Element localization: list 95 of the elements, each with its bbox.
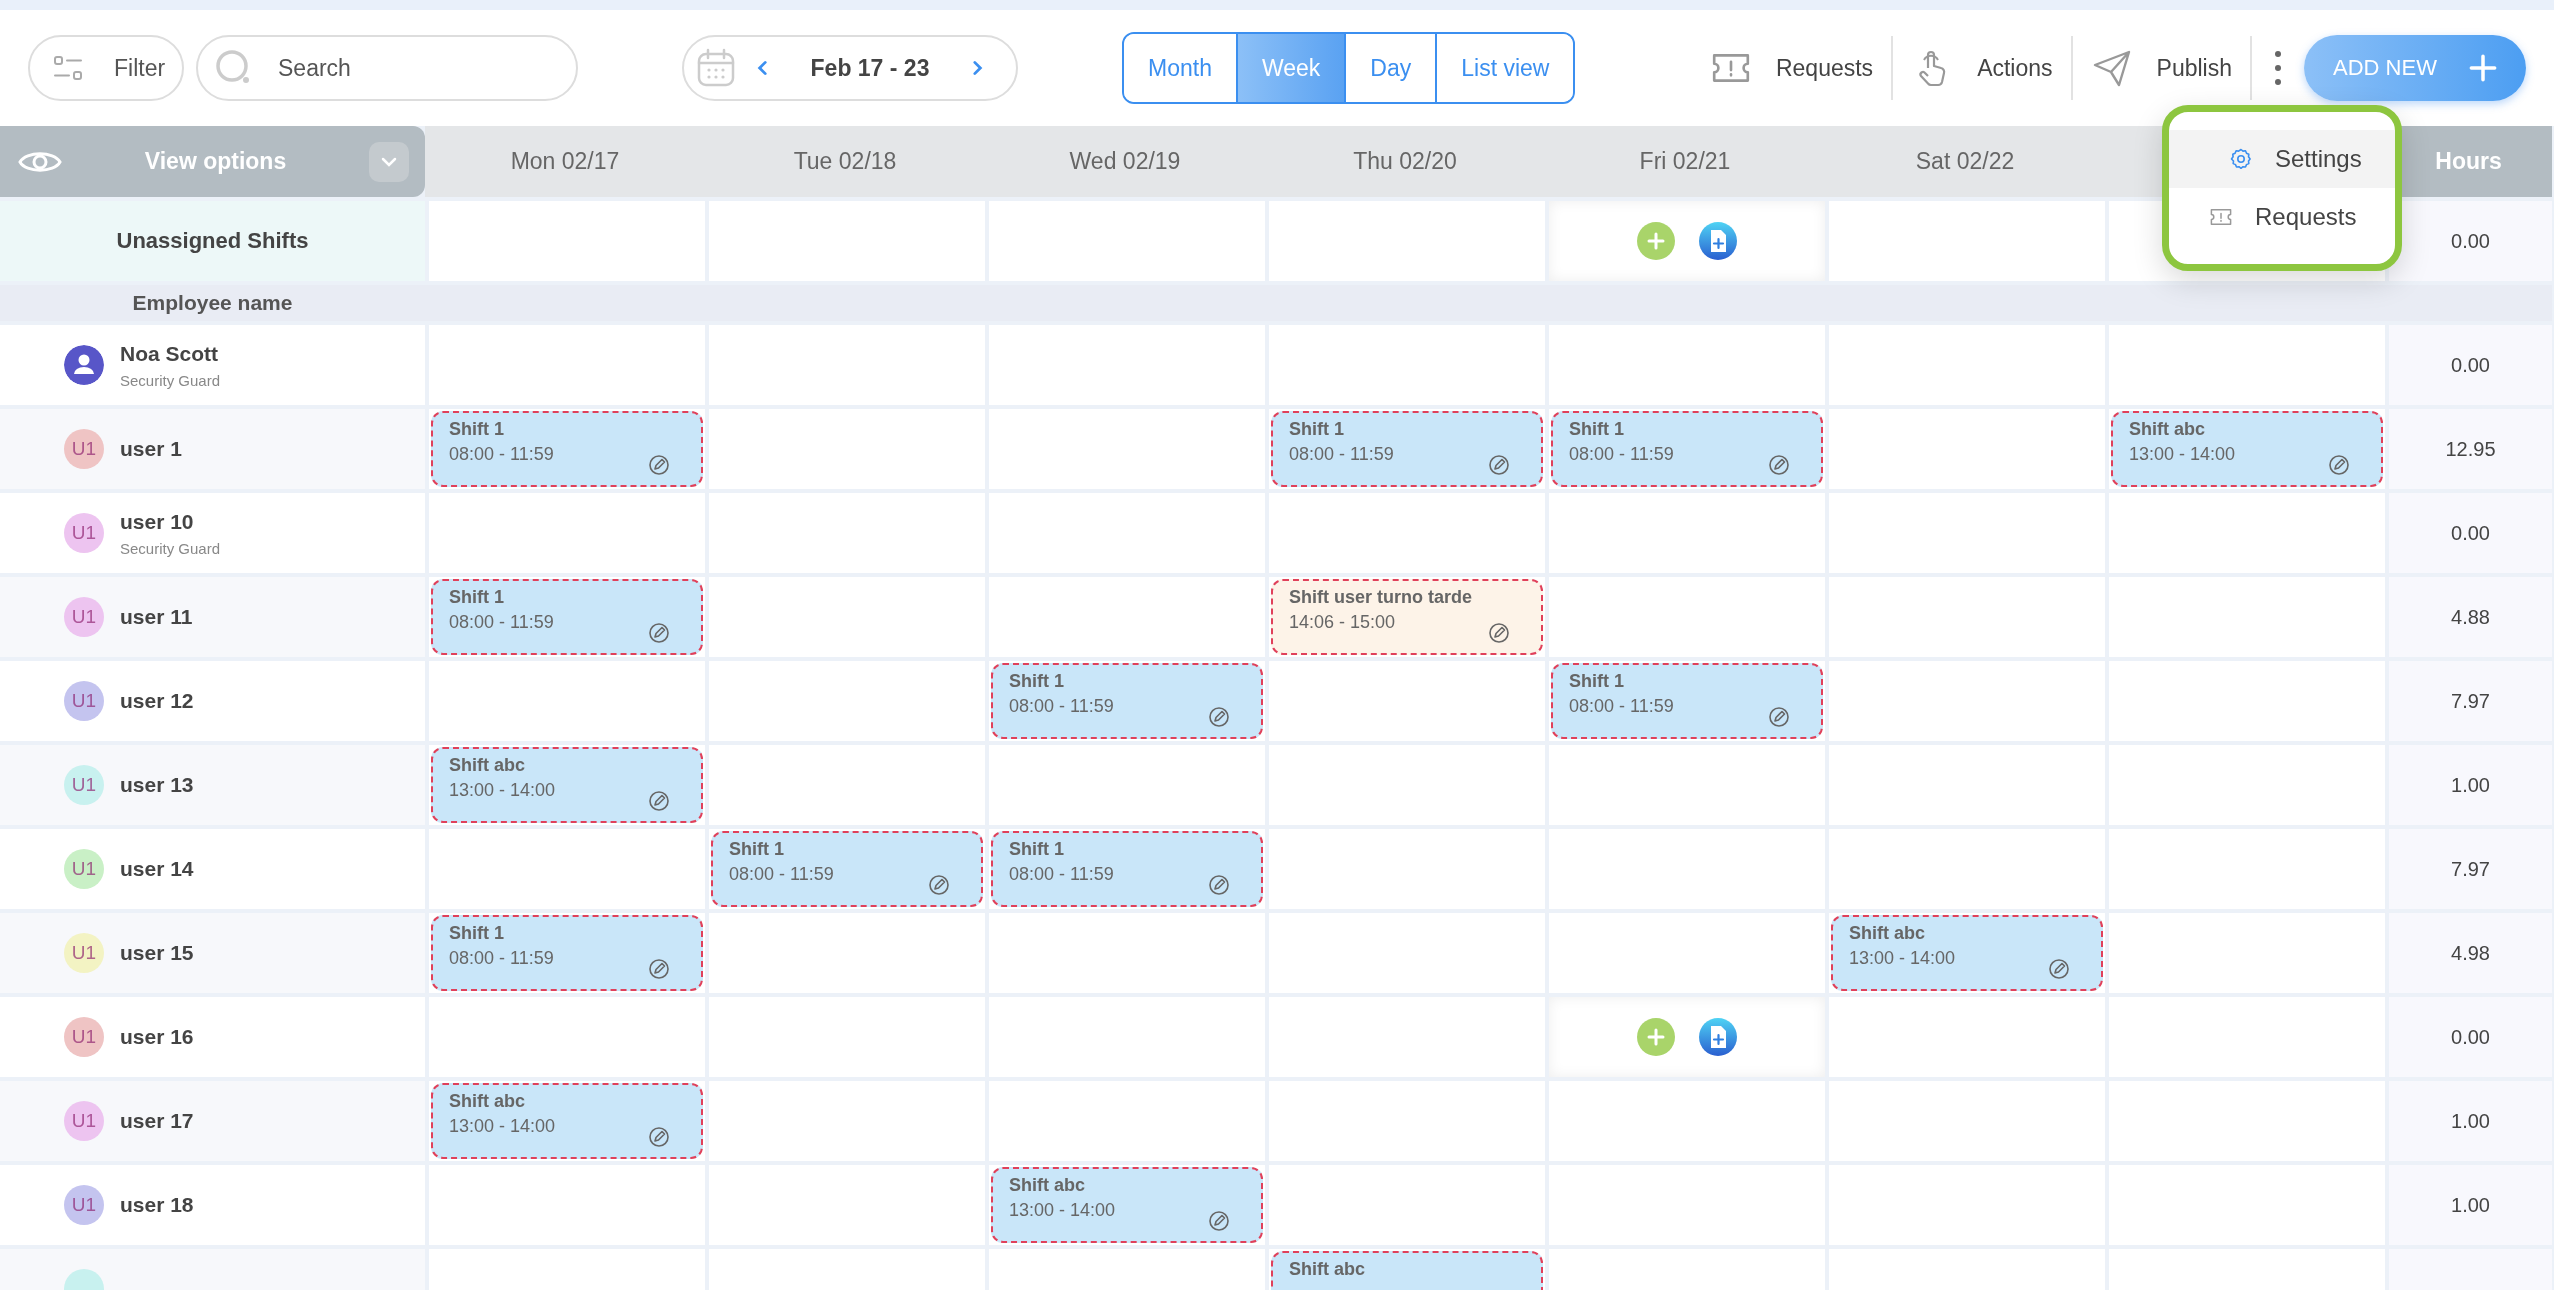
shift-time: 13:00 - 14:00 bbox=[2129, 444, 2237, 465]
day-header: Thu 02/20 bbox=[1265, 126, 1545, 197]
day-header: Fri 02/21 bbox=[1545, 126, 1825, 197]
shift-title: Shift abc bbox=[449, 755, 526, 776]
plus-icon bbox=[2468, 54, 2497, 82]
shift-time: 08:00 - 11:59 bbox=[1569, 696, 1675, 717]
edit-icon[interactable] bbox=[1207, 705, 1231, 729]
employee-name: user 18 bbox=[120, 1193, 194, 1217]
edit-icon[interactable] bbox=[1207, 873, 1231, 897]
edit-icon[interactable] bbox=[1487, 621, 1511, 645]
edit-icon[interactable] bbox=[927, 873, 951, 897]
shift-time: 08:00 - 11:59 bbox=[1569, 444, 1675, 465]
shift-title: Shift abc bbox=[2129, 419, 2206, 440]
avatar-initials: U1 bbox=[64, 597, 104, 637]
edit-icon[interactable] bbox=[2047, 957, 2071, 981]
shift-title: Shift 1 bbox=[1009, 671, 1065, 692]
shift-title: Shift 1 bbox=[449, 587, 505, 608]
date-range: Feb 17 - 23 bbox=[809, 54, 931, 82]
shift-title: Shift abc bbox=[1289, 1259, 1366, 1280]
shift-title: Shift 1 bbox=[449, 419, 505, 440]
employee-name: user 16 bbox=[120, 1025, 194, 1049]
shift-title: Shift user turno tarde bbox=[1289, 587, 1473, 608]
add-new-button[interactable]: ADD NEW bbox=[2304, 35, 2526, 101]
avatar-initials: U1 bbox=[64, 1017, 104, 1057]
shift-title: Shift abc bbox=[449, 1091, 526, 1112]
shift-time: 08:00 - 11:59 bbox=[449, 612, 555, 633]
avatar-initials: U1 bbox=[64, 765, 104, 805]
add-file-icon[interactable] bbox=[1698, 221, 1738, 261]
employee-name-header: Employee name bbox=[0, 285, 425, 321]
unassigned-shifts-label: Unassigned Shifts bbox=[0, 201, 425, 281]
shift-title: Shift 1 bbox=[1009, 839, 1065, 860]
edit-icon[interactable] bbox=[647, 621, 671, 645]
shift-title: Shift 1 bbox=[1289, 419, 1345, 440]
toolbar-action[interactable]: Requests bbox=[1691, 48, 1892, 88]
shift-title: Shift 1 bbox=[729, 839, 785, 860]
add-file-icon[interactable] bbox=[1698, 1017, 1738, 1057]
add-icon[interactable] bbox=[1636, 221, 1676, 261]
toolbar-action[interactable]: Actions bbox=[1893, 48, 2071, 88]
filter-button[interactable]: Filter bbox=[28, 35, 184, 101]
employee-name: Noa Scott bbox=[120, 341, 219, 366]
shift-title: Shift 1 bbox=[449, 923, 505, 944]
shift-time: 08:00 - 11:59 bbox=[1009, 864, 1115, 885]
shift-time: 13:00 - 14:00 bbox=[1849, 948, 1957, 969]
avatar-initials: U1 bbox=[64, 1185, 104, 1225]
shift-time: 08:00 - 11:59 bbox=[449, 948, 555, 969]
view-tab[interactable]: List view bbox=[1435, 34, 1574, 102]
shift-time: 08:00 - 11:59 bbox=[729, 864, 835, 885]
menu-item[interactable]: Settings bbox=[2169, 130, 2395, 188]
edit-icon[interactable] bbox=[647, 453, 671, 477]
avatar-initials: U1 bbox=[64, 933, 104, 973]
edit-icon[interactable] bbox=[1767, 453, 1791, 477]
avatar-initials: U1 bbox=[64, 1101, 104, 1141]
day-header: Mon 02/17 bbox=[425, 126, 705, 197]
day-header: Tue 02/18 bbox=[705, 126, 985, 197]
employee-name: user 15 bbox=[120, 941, 194, 965]
edit-icon[interactable] bbox=[647, 1125, 671, 1149]
employee-role: Security Guard bbox=[120, 539, 221, 557]
chevron-down-icon bbox=[369, 141, 409, 182]
shift-time: 13:00 - 14:00 bbox=[1009, 1200, 1117, 1221]
settings-icon bbox=[2229, 147, 2253, 171]
shift-title: Shift 1 bbox=[1569, 671, 1625, 692]
employee-role: Security Guard bbox=[120, 371, 221, 389]
edit-icon[interactable] bbox=[1207, 1209, 1231, 1233]
shift-title: Shift abc bbox=[1009, 1175, 1086, 1196]
shift-time: 13:00 - 14:00 bbox=[449, 1116, 557, 1137]
edit-icon[interactable] bbox=[2327, 453, 2351, 477]
avatar-initials: U1 bbox=[64, 429, 104, 469]
toolbar-action[interactable]: Publish bbox=[2072, 48, 2250, 88]
shift-title: Shift 1 bbox=[1569, 419, 1625, 440]
shift-time: 08:00 - 11:59 bbox=[1289, 444, 1395, 465]
employee-name: user 11 bbox=[120, 605, 193, 629]
avatar-initials: U1 bbox=[64, 681, 104, 721]
calendar-icon[interactable] bbox=[696, 48, 736, 88]
employee-name: user 13 bbox=[120, 773, 194, 797]
employee-name: user 1 bbox=[120, 437, 182, 461]
edit-icon[interactable] bbox=[647, 957, 671, 981]
more-options-icon[interactable] bbox=[2274, 48, 2282, 88]
edit-icon[interactable] bbox=[647, 789, 671, 813]
edit-icon[interactable] bbox=[1487, 453, 1511, 477]
shift-time: 14:06 - 15:00 bbox=[1289, 612, 1397, 633]
search-field[interactable]: Search bbox=[196, 35, 578, 101]
day-header: Wed 02/19 bbox=[985, 126, 1265, 197]
shift-time: 08:00 - 11:59 bbox=[1009, 696, 1115, 717]
day-header: Sat 02/22 bbox=[1825, 126, 2105, 197]
employee-name: user 12 bbox=[120, 689, 194, 713]
employee-name: user 10 bbox=[120, 509, 195, 534]
shift-time: 13:00 - 14:00 bbox=[449, 780, 557, 801]
avatar-initials: U1 bbox=[64, 513, 104, 553]
shift-time: 08:00 - 11:59 bbox=[449, 444, 555, 465]
avatar-initials: U1 bbox=[64, 849, 104, 889]
add-icon[interactable] bbox=[1636, 1017, 1676, 1057]
edit-icon[interactable] bbox=[1767, 705, 1791, 729]
employee-name: user 17 bbox=[120, 1109, 194, 1133]
employee-name: user 14 bbox=[120, 857, 194, 881]
shift-title: Shift abc bbox=[1849, 923, 1926, 944]
